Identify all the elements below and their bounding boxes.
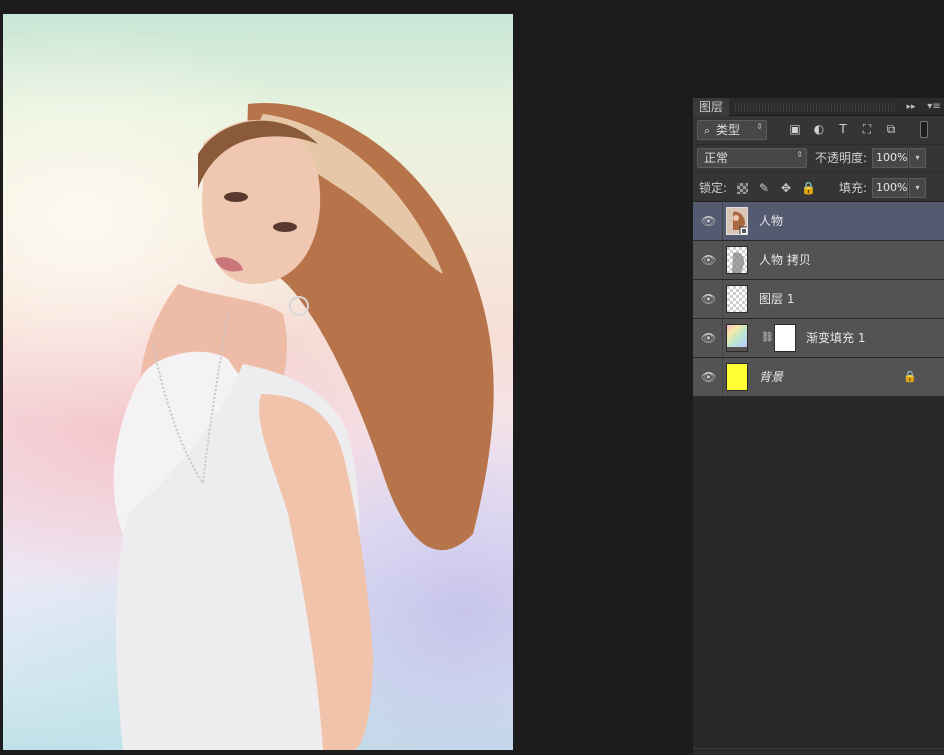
layer-row-divider <box>722 319 723 357</box>
shape-filter-icon[interactable]: ⛶ <box>859 121 875 137</box>
portrait-photo <box>113 103 494 750</box>
lock-all-icon[interactable]: 🔒 <box>801 181 816 195</box>
opacity-label: 不透明度: <box>815 151 868 165</box>
lock-image-pixels-icon[interactable]: ✎ <box>757 181 771 195</box>
layer-row-divider <box>722 202 723 240</box>
layer-thumbnail-empty <box>726 285 748 313</box>
layer-thumbnail-background <box>726 363 748 391</box>
panel-drag-grip[interactable] <box>735 103 895 112</box>
fill-dropdown-icon[interactable]: ▾ <box>909 178 926 198</box>
lock-label: 锁定: <box>699 181 728 195</box>
smart-object-filter-icon[interactable]: ⧉ <box>883 121 899 137</box>
image-filter-icon[interactable]: ▣ <box>787 121 803 137</box>
filter-kind-label: 类型 <box>716 123 741 137</box>
person-silhouette-icon <box>732 252 745 273</box>
layer-thumbnail-person <box>726 207 748 235</box>
panel-tab-bar: 图层 ▸▸ ▾≡ <box>693 98 944 116</box>
layer-row-divider <box>722 280 723 318</box>
layer-row-gradient-fill[interactable]: 👁 ⛓ 渐变填充 1 <box>693 319 944 358</box>
smart-object-badge-icon <box>727 208 747 234</box>
blend-mode-select[interactable]: 正常 ⇕ <box>697 148 807 168</box>
layer-thumbnail-person-copy <box>726 246 748 274</box>
opacity-dropdown-icon[interactable]: ▾ <box>909 148 926 168</box>
layer-filter-row: ⌕ 类型 ⇕ ▣ ◐ T ⛶ ⧉ <box>693 116 944 144</box>
layer-name[interactable]: 渐变填充 1 <box>806 330 865 346</box>
gradient-bar <box>727 347 747 351</box>
lock-row: 锁定: ✎ ✥ 🔒 填充: 100% ▾ <box>693 172 944 202</box>
blend-row: 正常 ⇕ 不透明度: 100% ▾ <box>693 144 944 172</box>
fill-label: 填充: <box>839 181 868 195</box>
layer-lock-icon[interactable]: 🔒 <box>903 370 917 384</box>
collapse-panel-icon[interactable]: ▸▸ <box>904 98 918 116</box>
gradient-thumbnail-icon <box>726 324 748 352</box>
visibility-eye-icon[interactable]: 👁 <box>701 331 716 345</box>
visibility-eye-icon[interactable]: 👁 <box>701 292 716 306</box>
link-chain-icon[interactable]: ⛓ <box>761 331 774 345</box>
blend-mode-value: 正常 <box>704 151 729 165</box>
select-arrows-icon: ⇕ <box>756 122 763 131</box>
layer-row-person[interactable]: 👁 人物 <box>693 202 944 241</box>
lock-transparent-pixels-icon[interactable] <box>737 183 748 194</box>
lock-position-icon[interactable]: ✥ <box>779 181 793 195</box>
layer-row-layer-1[interactable]: 👁 图层 1 <box>693 280 944 319</box>
layer-name[interactable]: 背景 <box>759 369 783 385</box>
visibility-eye-icon[interactable]: 👁 <box>701 214 716 228</box>
select-arrows-icon: ⇕ <box>796 150 803 159</box>
layer-row-background[interactable]: 👁 背景 🔒 <box>693 358 944 397</box>
filter-toggle-switch[interactable] <box>920 121 928 138</box>
opacity-input[interactable]: 100% <box>872 148 908 168</box>
layer-row-divider <box>722 358 723 396</box>
panel-menu-icon[interactable]: ▾≡ <box>925 98 943 116</box>
visibility-eye-icon[interactable]: 👁 <box>701 370 716 384</box>
layer-mask-thumbnail[interactable] <box>774 324 796 352</box>
layer-list: 👁 人物 👁 人物 拷贝 👁 图层 1 👁 ⛓ 渐变填充 1 👁 背景 🔒 <box>693 202 944 755</box>
layer-row-divider <box>722 241 723 279</box>
layer-name[interactable]: 图层 1 <box>759 291 794 307</box>
layer-name[interactable]: 人物 拷贝 <box>759 252 811 268</box>
tab-layers[interactable]: 图层 <box>693 98 730 116</box>
filter-kind-select[interactable]: ⌕ 类型 ⇕ <box>697 120 767 140</box>
left-eye <box>224 192 248 202</box>
fill-input[interactable]: 100% <box>872 178 908 198</box>
type-filter-icon[interactable]: T <box>835 121 851 137</box>
layers-panel: 图层 ▸▸ ▾≡ ⌕ 类型 ⇕ ▣ ◐ T ⛶ ⧉ 正常 ⇕ 不透明度: 100… <box>693 98 944 755</box>
layer-name[interactable]: 人物 <box>759 213 783 229</box>
document-workspace: 图层 ▸▸ ▾≡ ⌕ 类型 ⇕ ▣ ◐ T ⛶ ⧉ 正常 ⇕ 不透明度: 100… <box>0 0 944 755</box>
panel-bottom-toolbar <box>693 748 944 755</box>
search-icon: ⌕ <box>704 124 711 137</box>
layer-row-person-copy[interactable]: 👁 人物 拷贝 <box>693 241 944 280</box>
adjustment-filter-icon[interactable]: ◐ <box>811 121 827 137</box>
document-canvas[interactable] <box>3 14 513 750</box>
right-eye <box>273 222 297 232</box>
visibility-eye-icon[interactable]: 👁 <box>701 253 716 267</box>
